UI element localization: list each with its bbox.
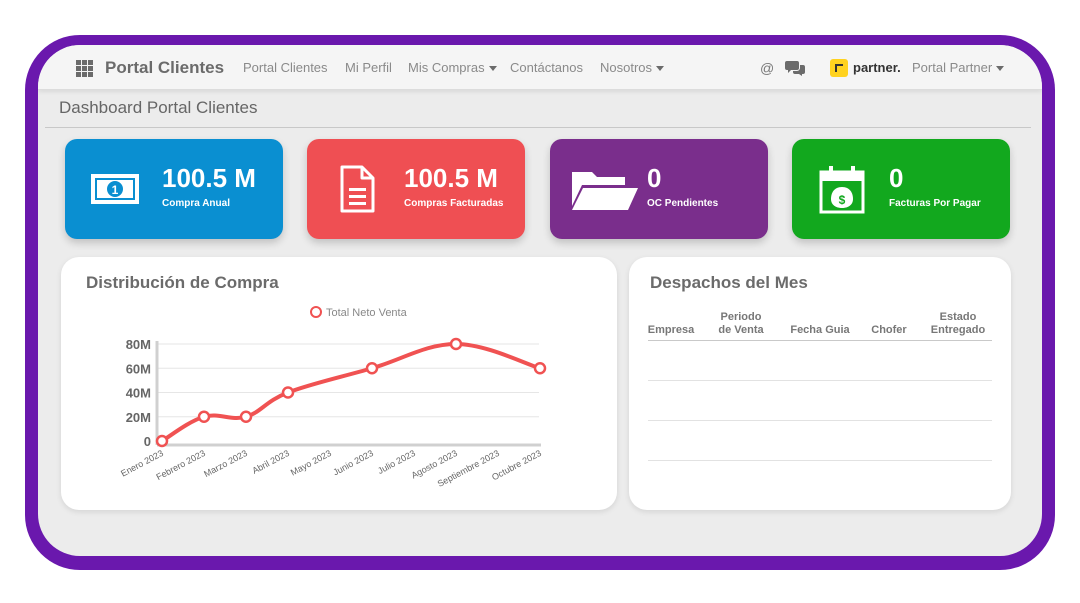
y-tick-label: 40M <box>126 386 151 401</box>
nav-link-mis-compras[interactable]: Mis Compras <box>408 45 497 89</box>
x-tick-label: Marzo 2023 <box>202 448 249 479</box>
kpi-card-compra-anual[interactable]: 1 100.5 M Compra Anual <box>65 139 283 239</box>
column-header-chofer[interactable]: Chofer <box>865 324 913 337</box>
x-tick-label: Mayo 2023 <box>289 448 333 478</box>
legend-marker <box>310 306 322 318</box>
table-row <box>648 460 992 461</box>
at-icon[interactable]: @ <box>760 45 774 89</box>
x-tick-label: Junio 2023 <box>331 448 375 478</box>
nav-link-mis-compras-label: Mis Compras <box>408 60 485 75</box>
svg-text:1: 1 <box>112 183 119 197</box>
nav-link-contactanos[interactable]: Contáctanos <box>510 45 583 89</box>
line-chart: Total Neto Venta 020M40M60M80M Enero 202… <box>119 306 547 489</box>
user-menu[interactable]: Portal Partner <box>912 45 1005 89</box>
table-row <box>648 420 992 421</box>
kpi-value: 100.5 M <box>404 163 498 193</box>
data-point[interactable] <box>155 434 169 448</box>
kpi-label: OC Pendientes <box>647 198 719 209</box>
kpi-label: Compra Anual <box>162 198 230 209</box>
kpi-value: 100.5 M <box>162 163 256 193</box>
table-row <box>648 380 992 381</box>
y-tick-label: 20M <box>126 410 151 425</box>
x-tick-label: Abril 2023 <box>250 448 290 476</box>
column-header-estado-entregado[interactable]: Estado Entregado <box>926 311 990 337</box>
chat-icon[interactable] <box>785 60 805 76</box>
column-header-fecha-guia[interactable]: Fecha Guia <box>787 324 853 337</box>
folder-icon <box>572 172 638 210</box>
data-point[interactable] <box>533 362 547 375</box>
svg-text:$: $ <box>839 193 846 207</box>
data-point[interactable] <box>449 337 463 351</box>
kpi-card-compras-facturadas[interactable]: 100.5 M Compras Facturadas <box>307 139 525 239</box>
data-point[interactable] <box>365 362 379 375</box>
document-icon <box>340 165 375 213</box>
despachos-card: Despachos del Mes Empresa Periodo de Ven… <box>629 257 1011 510</box>
y-tick-label: 60M <box>126 361 151 376</box>
chevron-down-icon <box>488 66 497 72</box>
divider <box>45 127 1031 128</box>
chevron-down-icon <box>996 66 1005 72</box>
user-menu-label: Portal Partner <box>912 60 993 75</box>
distribution-card: Distribución de Compra Total Neto Venta … <box>61 257 617 510</box>
apps-grid-icon[interactable] <box>76 60 94 77</box>
money-icon: 1 <box>91 174 139 204</box>
chevron-down-icon <box>656 66 665 72</box>
data-point[interactable] <box>281 386 295 399</box>
nav-link-portal-clientes[interactable]: Portal Clientes <box>243 45 328 89</box>
data-point[interactable] <box>197 410 211 423</box>
data-point[interactable] <box>239 410 253 423</box>
legend-label[interactable]: Total Neto Venta <box>326 307 408 319</box>
nav-link-nosotros-label: Nosotros <box>600 60 653 75</box>
table-header-divider <box>648 340 992 341</box>
y-tick-label: 0 <box>144 434 151 449</box>
partner-logo-icon <box>830 59 848 77</box>
nav-link-nosotros[interactable]: Nosotros <box>600 45 665 89</box>
y-tick-label: 80M <box>126 337 151 352</box>
page-title: Dashboard Portal Clientes <box>59 98 258 117</box>
app-screen: Portal Clientes Portal Clientes Mi Perfi… <box>38 45 1042 556</box>
column-header-empresa[interactable]: Empresa <box>641 324 701 337</box>
despachos-title: Despachos del Mes <box>650 273 808 292</box>
kpi-label: Compras Facturadas <box>404 198 504 209</box>
kpi-card-oc-pendientes[interactable]: 0 OC Pendientes <box>550 139 768 239</box>
kpi-label: Facturas Por Pagar <box>889 198 981 209</box>
partner-logo-text: partner. <box>853 60 901 75</box>
kpi-card-facturas-por-pagar[interactable]: $ 0 Facturas Por Pagar <box>792 139 1010 239</box>
nav-link-mi-perfil[interactable]: Mi Perfil <box>345 45 392 89</box>
column-header-periodo-de-venta[interactable]: Periodo de Venta <box>714 311 768 337</box>
top-navbar: Portal Clientes Portal Clientes Mi Perfi… <box>38 45 1042 90</box>
brand-title[interactable]: Portal Clientes <box>105 45 224 89</box>
calendar-money-icon: $ <box>819 166 865 214</box>
kpi-value: 0 <box>889 163 904 193</box>
kpi-value: 0 <box>647 163 662 193</box>
